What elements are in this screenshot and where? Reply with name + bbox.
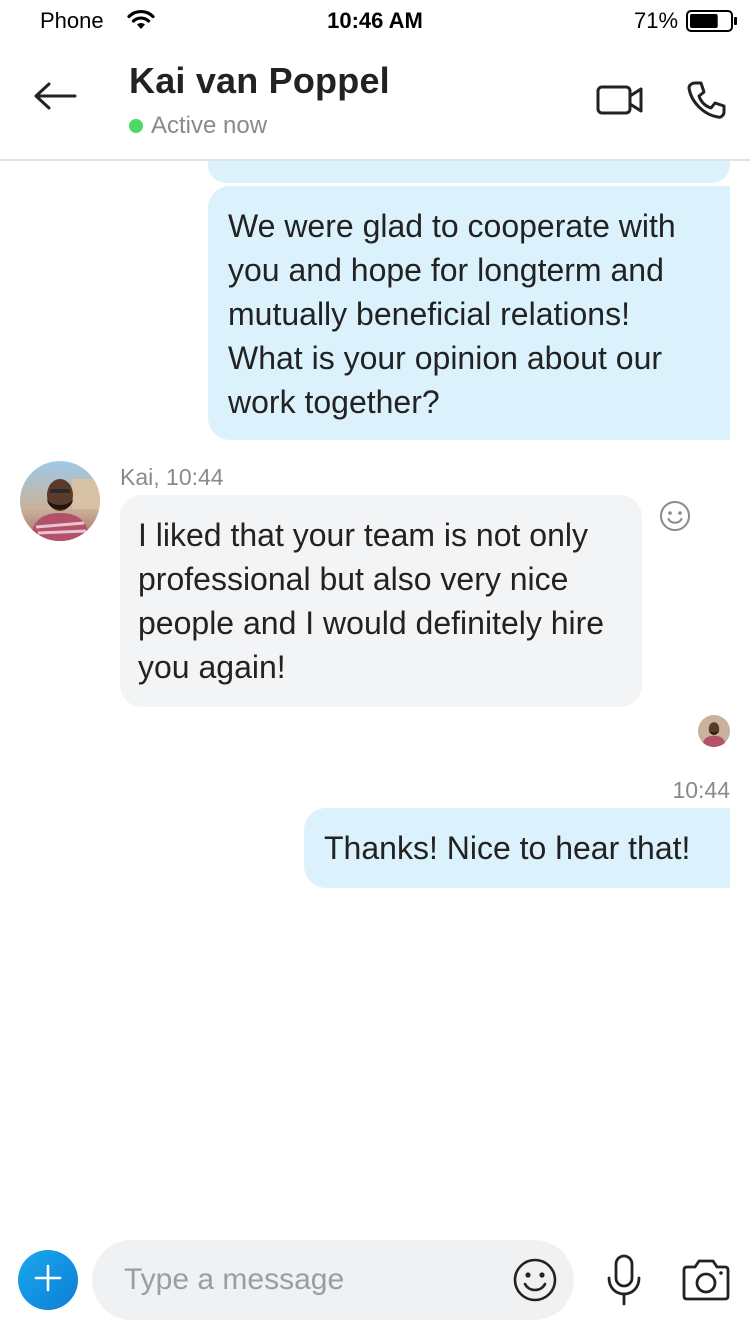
- incoming-message-bubble[interactable]: I liked that your team is not only profe…: [120, 495, 642, 707]
- contact-avatar[interactable]: [20, 461, 100, 541]
- message-input[interactable]: [124, 1258, 504, 1302]
- message-text: We were glad to cooperate with you and h…: [228, 208, 676, 420]
- message-timestamp: 10:44: [672, 777, 730, 803]
- video-call-icon: [596, 85, 644, 120]
- voice-call-button[interactable]: [686, 80, 726, 120]
- message-text: Thanks! Nice to hear that!: [324, 830, 691, 866]
- add-button[interactable]: [18, 1250, 78, 1310]
- microphone-button[interactable]: [604, 1254, 644, 1306]
- battery-icon: [686, 10, 738, 37]
- emoji-icon: [512, 1258, 558, 1307]
- previous-message-bubble: [208, 161, 730, 183]
- add-icon: [33, 1263, 63, 1298]
- back-arrow-icon: [33, 82, 77, 115]
- contact-name[interactable]: Kai van Poppel: [129, 60, 390, 102]
- message-text: I liked that your team is not only profe…: [138, 517, 605, 685]
- presence-dot-icon: [129, 119, 143, 133]
- read-receipt-avatar: [698, 715, 730, 747]
- outgoing-message-bubble[interactable]: Thanks! Nice to hear that!: [304, 808, 730, 888]
- camera-icon: [680, 1259, 732, 1306]
- sender-meta: Kai, 10:44: [120, 464, 224, 490]
- outgoing-message-bubble[interactable]: We were glad to cooperate with you and h…: [208, 186, 730, 440]
- message-composer: [92, 1240, 574, 1320]
- battery-percent: 71%: [634, 8, 679, 33]
- chat-header: Kai van Poppel Active now: [0, 40, 750, 161]
- presence-status: Active now: [129, 112, 267, 140]
- microphone-icon: [604, 1254, 644, 1310]
- video-call-button[interactable]: [596, 84, 644, 116]
- smiley-icon: [659, 501, 691, 536]
- presence-text: Active now: [151, 112, 268, 139]
- phone-call-icon: [686, 81, 726, 124]
- emoji-button[interactable]: [512, 1257, 558, 1303]
- back-button[interactable]: [30, 80, 80, 116]
- status-bar: Phone 10:46 AM 71%: [0, 0, 750, 40]
- camera-button[interactable]: [680, 1258, 732, 1302]
- add-reaction-button[interactable]: [659, 500, 691, 532]
